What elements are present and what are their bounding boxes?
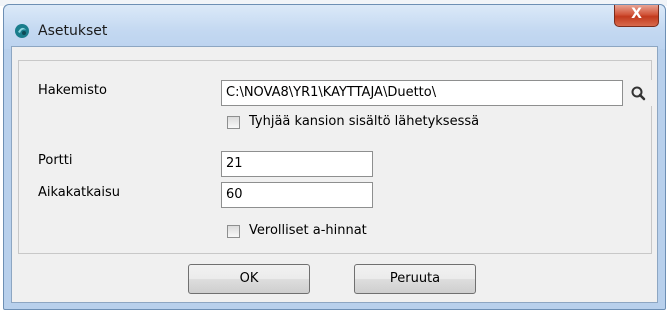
search-icon <box>631 86 646 101</box>
timeout-input[interactable]: 60 <box>221 182 373 208</box>
title-bar[interactable]: Asetukset X <box>4 5 665 49</box>
settings-dialog: Asetukset X Hakemisto C:\NOVA8\YR1\KAYTT… <box>3 4 666 310</box>
vat-prices-checkbox[interactable] <box>227 225 240 238</box>
vat-prices-label: Verolliset a-hinnat <box>249 223 367 238</box>
directory-input[interactable]: C:\NOVA8\YR1\KAYTTAJA\Duetto\ <box>221 80 623 106</box>
timeout-label: Aikakatkaisu <box>38 185 121 200</box>
clear-folder-checkbox[interactable] <box>227 116 240 129</box>
cancel-button[interactable]: Peruuta <box>354 264 476 294</box>
port-label: Portti <box>38 153 73 168</box>
port-input[interactable]: 21 <box>221 151 373 177</box>
window-title: Asetukset <box>38 23 108 39</box>
close-button[interactable]: X <box>614 5 659 27</box>
browse-button[interactable] <box>625 80 653 106</box>
dialog-client-area: Hakemisto C:\NOVA8\YR1\KAYTTAJA\Duetto\ … <box>11 46 658 303</box>
clear-folder-label: Tyhjää kansion sisältö lähetyksessä <box>249 114 480 129</box>
close-icon: X <box>631 6 642 22</box>
ok-button[interactable]: OK <box>188 264 310 294</box>
settings-panel: Hakemisto C:\NOVA8\YR1\KAYTTAJA\Duetto\ … <box>18 60 653 254</box>
app-icon <box>14 23 30 39</box>
directory-label: Hakemisto <box>38 83 107 98</box>
